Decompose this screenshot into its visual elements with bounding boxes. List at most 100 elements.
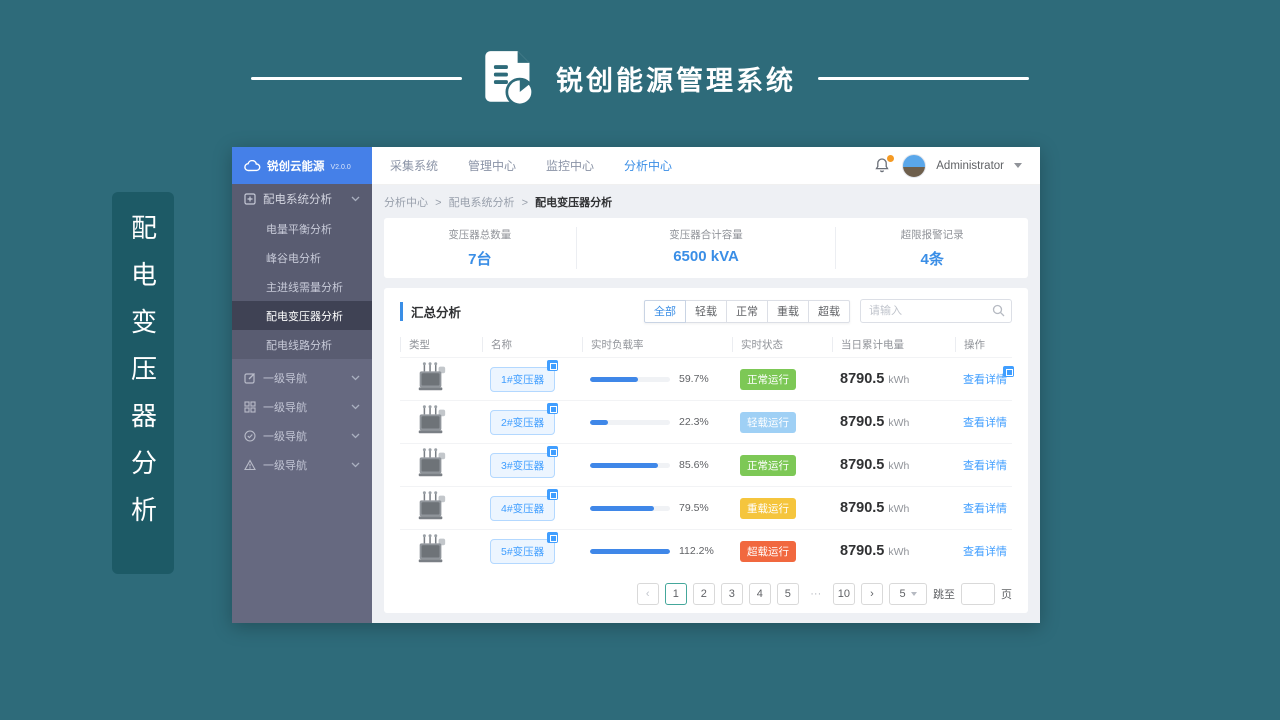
view-details-link[interactable]: 查看详情 — [963, 500, 1007, 516]
summary-controls: 全部 轻载 正常 重载 超载 — [644, 299, 1012, 323]
transformer-name-button[interactable]: 4#变压器 — [490, 495, 556, 521]
sidebar-item-nav-4[interactable]: 一级导航 — [232, 450, 372, 479]
view-details-link[interactable]: 查看详情 — [963, 414, 1007, 430]
sidebar-group-label: 配电系统分析 — [263, 194, 332, 206]
search-icon[interactable] — [992, 304, 1005, 317]
load-progress-track — [590, 419, 670, 425]
tab-management-center[interactable]: 管理中心 — [468, 157, 516, 174]
sidebar-item-transformer-analysis[interactable]: 配电变压器分析 — [232, 301, 372, 330]
tab-analysis-center[interactable]: 分析中心 — [624, 157, 672, 174]
warning-icon — [244, 458, 256, 470]
grid-plus-icon — [244, 193, 256, 205]
main-area: 采集系统 管理中心 监控中心 分析中心 Administrator 分析中心 >… — [372, 147, 1040, 623]
view-details-link[interactable]: 查看详情 — [963, 366, 1014, 387]
sidebar-nav-list: 一级导航 一级导航 一级导航 一级导航 — [232, 359, 372, 479]
sidebar-item-main-line-demand[interactable]: 主进线需量分析 — [232, 272, 372, 301]
sidebar-item-nav-3[interactable]: 一级导航 — [232, 421, 372, 450]
load-percentage: 79.5% — [679, 502, 709, 514]
hero-header: 锐创能源管理系统 — [0, 48, 1280, 108]
transformer-name-button[interactable]: 2#变压器 — [490, 409, 556, 435]
notification-bell-icon[interactable] — [874, 153, 896, 175]
filter-heavy-load[interactable]: 重载 — [767, 299, 809, 323]
table-row: 3#变压器 85.6% 正常运行 8790.5 kWh 查看详情 — [400, 443, 1012, 486]
transformer-name-button[interactable]: 3#变压器 — [490, 452, 556, 478]
breadcrumb-separator: > — [521, 197, 529, 209]
stat-alarm-records: 超限报警记录 4条 — [835, 227, 1028, 269]
tab-collection-system[interactable]: 采集系统 — [390, 157, 438, 174]
sidebar-item-label: 一级导航 — [263, 459, 307, 472]
select-caret-icon — [910, 592, 917, 596]
sidebar-item-power-balance[interactable]: 电量平衡分析 — [232, 214, 372, 243]
search-input[interactable] — [860, 299, 1012, 323]
breadcrumb-distribution-analysis[interactable]: 配电系统分析 — [449, 197, 515, 209]
pagination-page-1[interactable]: 1 — [664, 583, 687, 605]
stat-total-capacity: 变压器合计容量 6500 kVA — [575, 227, 836, 269]
column-type: 类型 — [400, 337, 482, 352]
tag-badge-icon — [547, 531, 559, 543]
page-size-select[interactable]: 5 — [889, 583, 927, 605]
top-navigation: 采集系统 管理中心 监控中心 分析中心 Administrator — [372, 147, 1040, 185]
stat-label: 变压器合计容量 — [669, 229, 743, 241]
summary-card: 汇总分析 全部 轻载 正常 重载 超载 请输入 类型 名称 实时负载率 实时状态… — [384, 288, 1028, 613]
user-menu-caret-icon[interactable] — [1014, 163, 1022, 168]
sidebar-item-distribution-analysis[interactable]: 配电系统分析 — [232, 184, 372, 214]
view-details-link[interactable]: 查看详情 — [963, 543, 1007, 559]
column-load-rate: 实时负载率 — [582, 337, 732, 352]
table-row: 5#变压器 112.2% 超载运行 8790.5 kWh 查看详情 — [400, 529, 1012, 572]
user-avatar[interactable] — [902, 153, 927, 178]
pagination-prev-button[interactable]: ‹ — [636, 583, 659, 605]
load-progress-bar — [590, 376, 638, 382]
filter-all[interactable]: 全部 — [644, 299, 686, 323]
sidebar-item-nav-1[interactable]: 一级导航 — [232, 363, 372, 392]
pagination-page-3[interactable]: 3 — [720, 583, 743, 605]
load-percentage: 85.6% — [679, 459, 709, 471]
tag-badge-icon — [547, 445, 559, 457]
sidebar-item-peak-valley[interactable]: 峰谷电分析 — [232, 243, 372, 272]
status-badge: 轻载运行 — [740, 411, 796, 433]
notification-badge — [886, 153, 896, 163]
stat-value: 6500 kVA — [673, 248, 739, 265]
summary-header: 汇总分析 全部 轻载 正常 重载 超载 — [400, 299, 1012, 323]
tag-badge-icon — [547, 359, 559, 371]
view-details-link[interactable]: 查看详情 — [963, 457, 1007, 473]
stat-transformer-count: 变压器总数量 7台 — [384, 227, 576, 269]
pagination-page-10[interactable]: 10 — [832, 583, 855, 605]
transformer-name-button[interactable]: 5#变压器 — [490, 538, 556, 564]
status-badge: 正常运行 — [740, 368, 796, 390]
column-daily-energy: 当日累计电量 — [832, 337, 955, 352]
side-banner: 配电变压器分析 — [112, 192, 174, 574]
app-version: V2.0.0 — [330, 163, 351, 171]
content-area: 分析中心 > 配电系统分析 > 配电变压器分析 变压器总数量 7台 变压器合计容… — [372, 185, 1040, 623]
jump-page-input[interactable] — [961, 583, 995, 605]
pagination-ellipsis: ··· — [804, 583, 827, 605]
energy-value: 8790.5 — [840, 457, 885, 473]
energy-value: 8790.5 — [840, 414, 885, 430]
stat-label: 超限报警记录 — [900, 229, 964, 241]
pagination-next-button[interactable]: › — [861, 583, 883, 605]
pagination-page-2[interactable]: 2 — [692, 583, 715, 605]
sidebar-item-line-analysis[interactable]: 配电线路分析 — [232, 330, 372, 359]
filter-light-load[interactable]: 轻载 — [685, 299, 727, 323]
table-row: 1#变压器 59.7% 正常运行 8790.5 kWh 查看详情 — [400, 357, 1014, 400]
filter-normal[interactable]: 正常 — [726, 299, 768, 323]
energy-unit: kWh — [888, 417, 910, 429]
transformer-name-button[interactable]: 1#变压器 — [490, 366, 556, 392]
pagination-page-5[interactable]: 5 — [776, 583, 799, 605]
breadcrumb-analysis-center[interactable]: 分析中心 — [384, 197, 428, 209]
status-badge: 超载运行 — [740, 540, 796, 562]
app-name: 锐创云能源 — [267, 160, 325, 173]
sidebar-item-label: 一级导航 — [263, 430, 307, 443]
sidebar-item-label: 一级导航 — [263, 401, 307, 414]
tab-monitoring-center[interactable]: 监控中心 — [546, 157, 594, 174]
load-progress-bar — [590, 548, 670, 554]
menu-group-distribution: 配电系统分析 电量平衡分析 峰谷电分析 主进线需量分析 配电变压器分析 配电线路… — [232, 184, 372, 359]
pagination-page-4[interactable]: 4 — [748, 583, 771, 605]
search-box — [860, 299, 1012, 323]
page-title: 锐创能源管理系统 — [556, 65, 796, 96]
hero-divider-right — [818, 76, 1029, 80]
sidebar-item-nav-2[interactable]: 一级导航 — [232, 392, 372, 421]
transformer-image — [418, 533, 446, 562]
load-percentage: 22.3% — [679, 416, 709, 428]
energy-value: 8790.5 — [840, 371, 885, 387]
filter-overload[interactable]: 超载 — [808, 299, 850, 323]
